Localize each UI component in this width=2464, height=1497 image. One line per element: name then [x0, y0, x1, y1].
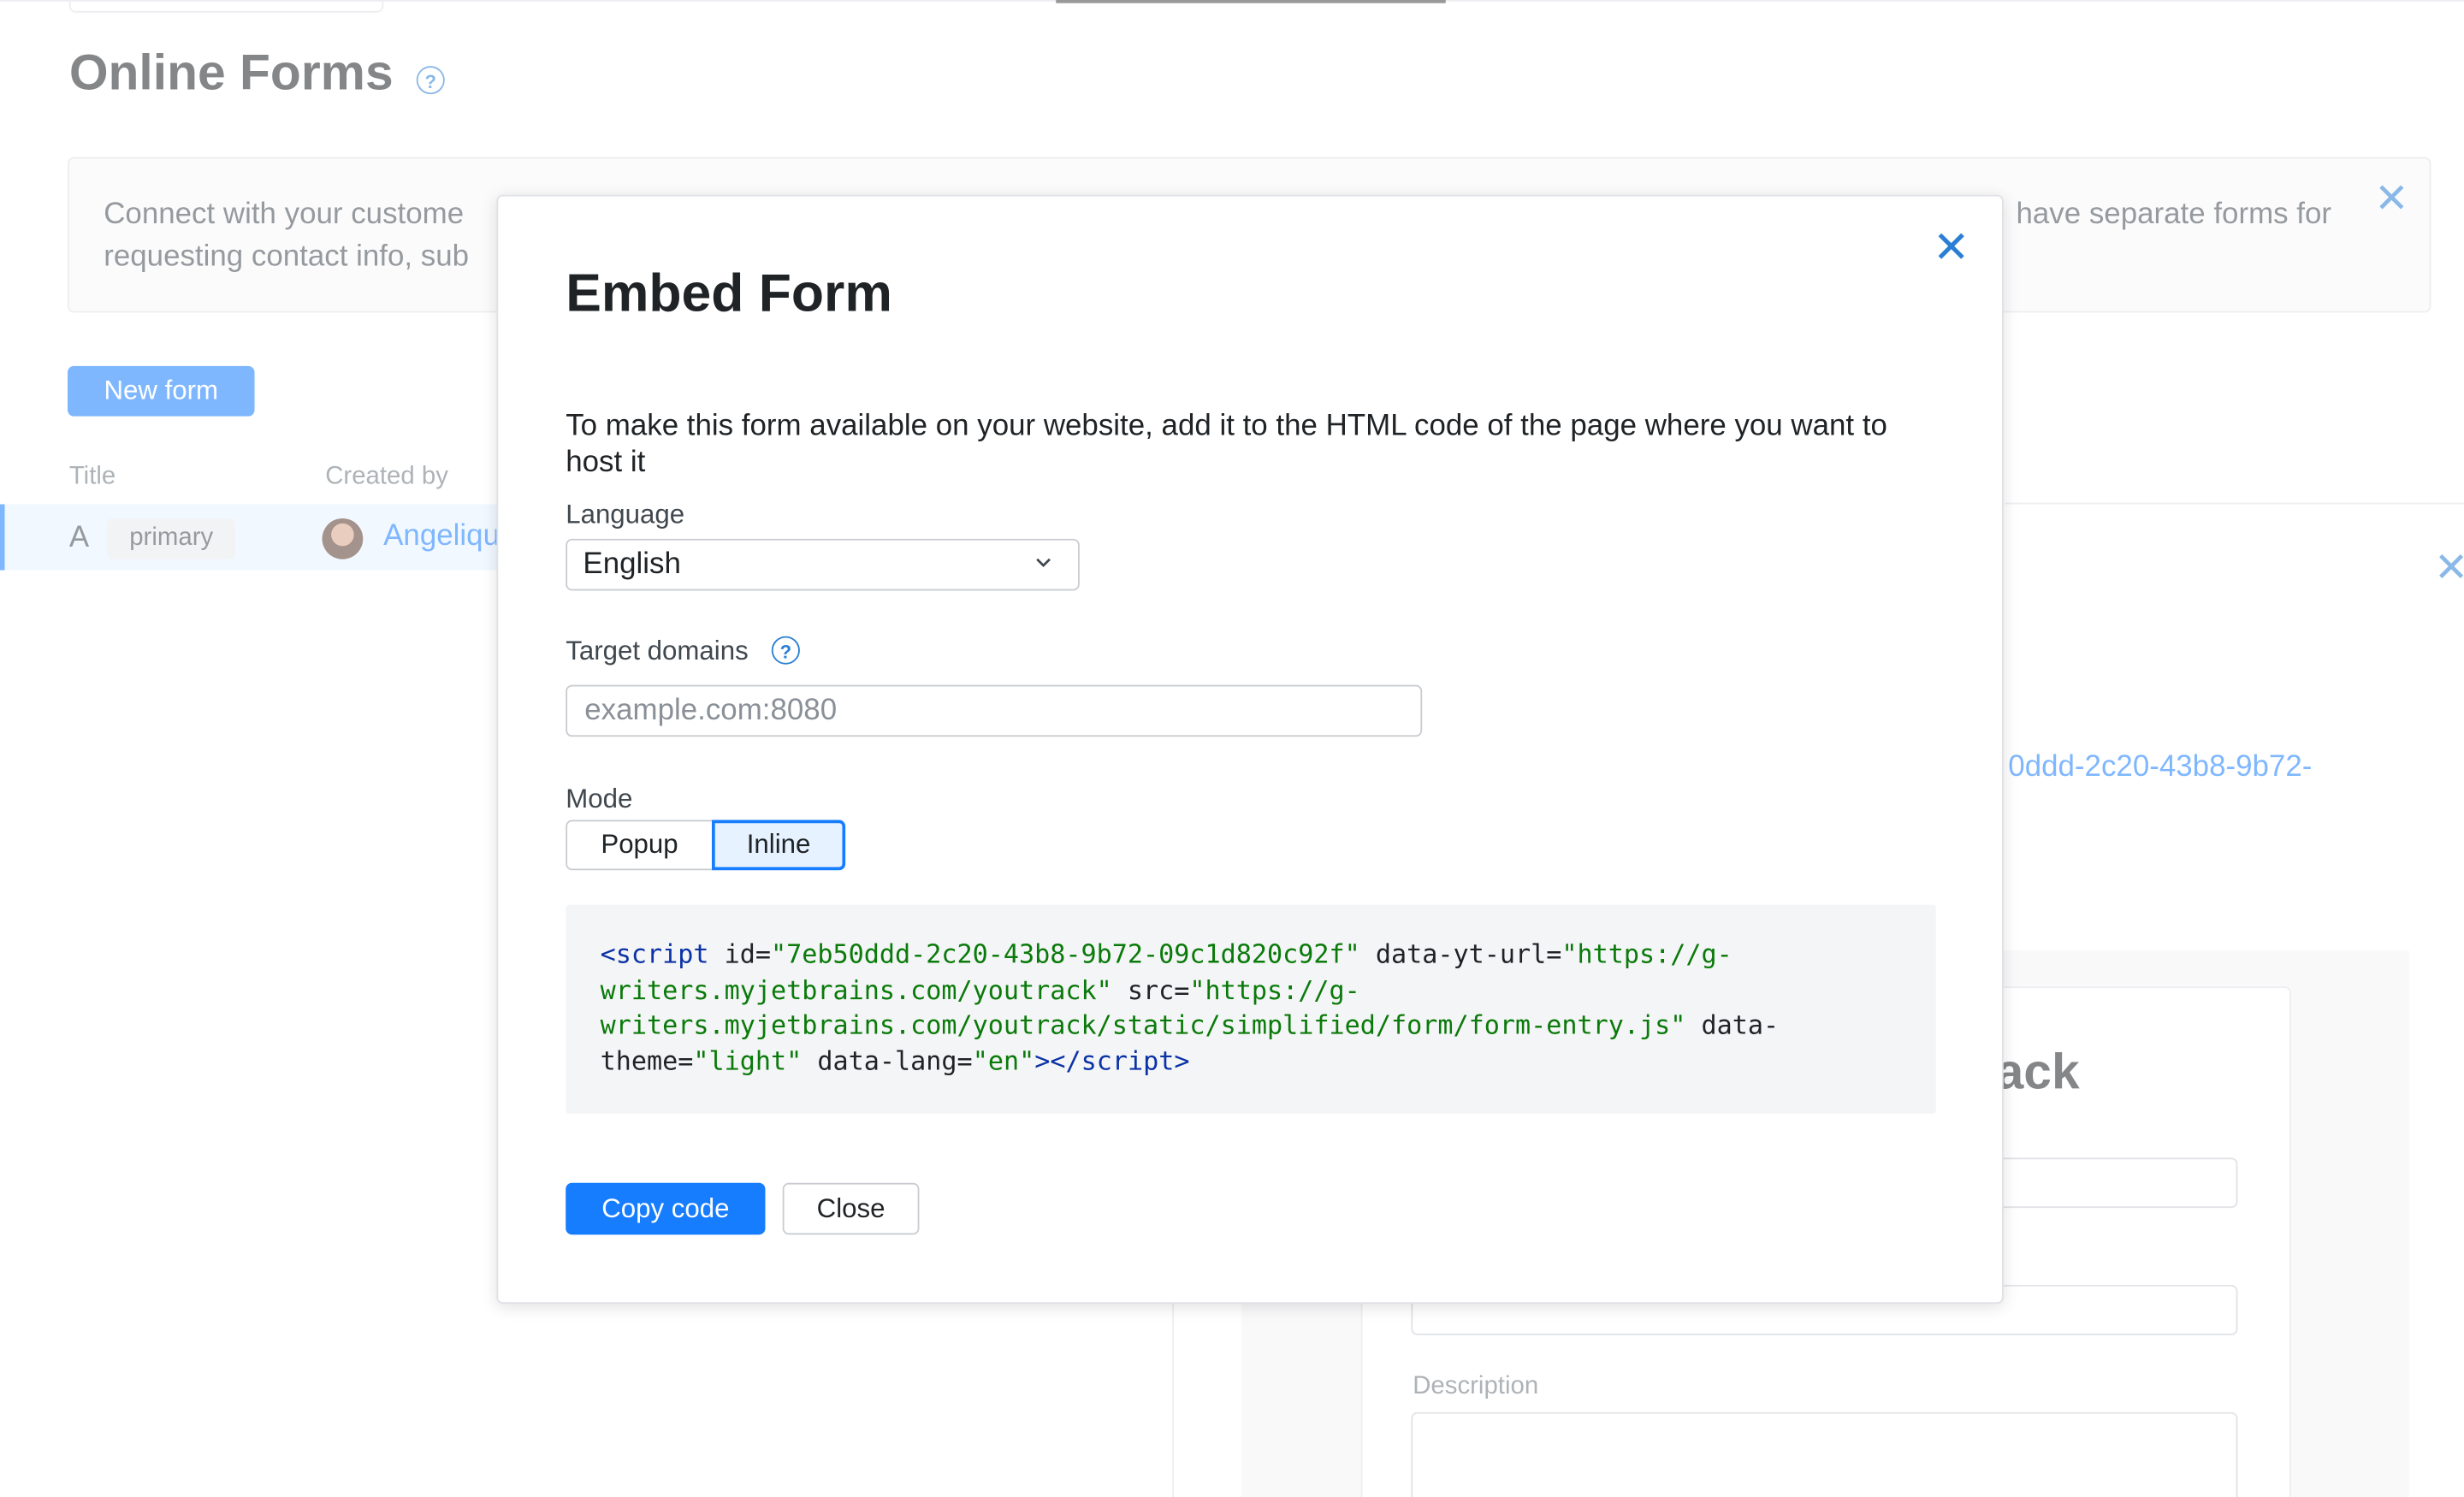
chevron-down-icon — [1036, 558, 1051, 568]
mode-inline-button[interactable]: Inline — [712, 820, 846, 871]
embed-code: <script id="7eb50ddd-2c20-43b8-9b72-09c1… — [600, 939, 1780, 1076]
dialog-description: To make this form available on your webs… — [566, 410, 1887, 480]
mode-label: Mode — [566, 784, 633, 814]
embed-form-dialog — [496, 194, 2004, 1305]
target-domains-label: Target domains — [566, 636, 749, 666]
dialog-title: Embed Form — [566, 263, 892, 324]
mode-popup-button[interactable]: Popup — [566, 820, 714, 871]
language-value: English — [583, 547, 681, 582]
copy-code-button[interactable]: Copy code — [566, 1182, 766, 1235]
language-label: Language — [566, 499, 685, 530]
dialog-close-icon[interactable]: ✕ — [1933, 226, 1969, 269]
target-domains-help-icon[interactable]: ? — [771, 636, 800, 665]
close-button[interactable]: Close — [782, 1182, 920, 1235]
target-domains-input[interactable] — [566, 684, 1423, 737]
